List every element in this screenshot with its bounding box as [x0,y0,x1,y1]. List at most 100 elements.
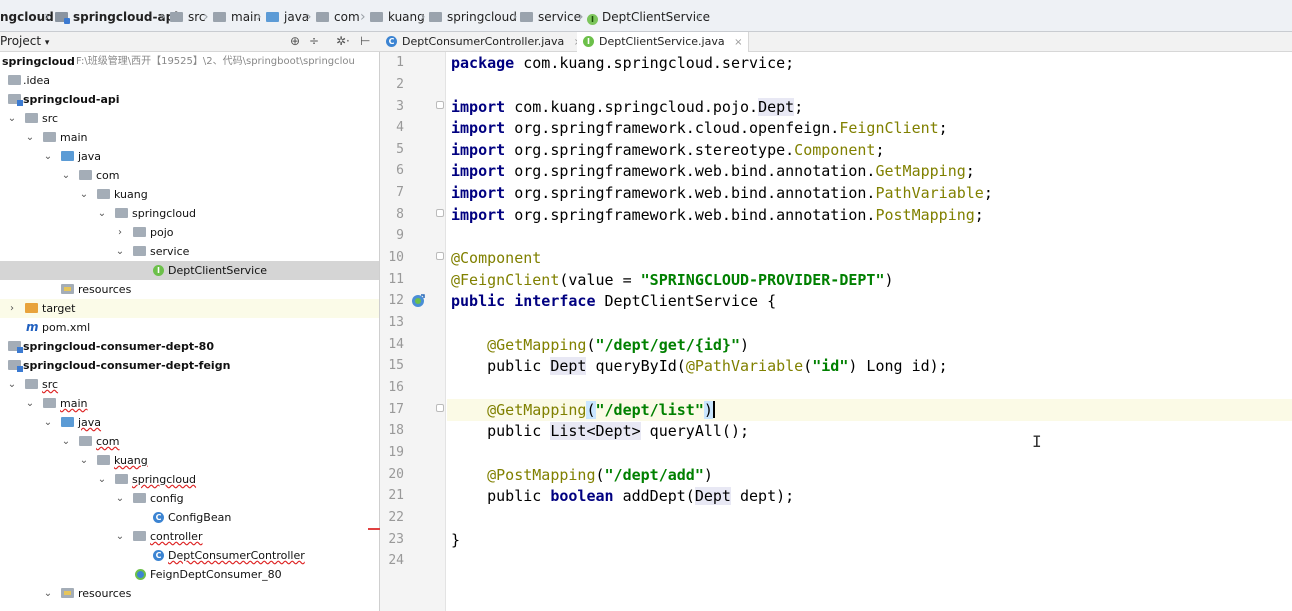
code-line: import com.kuang.springcloud.pojo.Dept; [447,96,1292,118]
line-number: 24 [388,553,404,568]
resources-folder-icon [61,588,74,598]
tree-item-kuang[interactable]: ⌄ kuang [0,185,379,204]
chevron-down-icon[interactable]: ⌄ [61,432,71,451]
code-text: ; [974,206,984,224]
tree-item-resources[interactable]: ⌄ resources [0,584,379,603]
tree-item-com[interactable]: ⌄ com [0,432,379,451]
class-ref: List<Dept> [550,422,641,440]
tab-deptconsumercontroller[interactable]: C DeptConsumerController.java × [380,32,590,52]
chevron-down-icon[interactable]: ⌄ [79,185,89,204]
chevron-down-icon[interactable]: ⌄ [43,584,53,603]
text-caret [712,401,715,418]
tree-item-main[interactable]: ⌄ main [0,128,379,147]
folder-icon [170,12,183,22]
code-text: ; [794,98,804,116]
gear-icon[interactable]: ✲· [336,34,350,48]
fold-marker[interactable] [436,252,444,260]
code-text: ( [586,401,596,419]
tree-item-java[interactable]: ⌄ java [0,413,379,432]
tree-item-src[interactable]: ⌄ src [0,375,379,394]
chevron-right-icon[interactable]: › [115,223,125,242]
tree-item-springcloud-api[interactable]: springcloud-api [0,90,379,109]
globe-icon[interactable]: ⊕ [290,34,300,48]
code-line: import org.springframework.web.bind.anno… [447,160,1292,182]
breadcrumb-separator: › [360,9,366,25]
chevron-down-icon[interactable]: ⌄ [115,489,125,508]
tree-item-kuang[interactable]: ⌄ kuang [0,451,379,470]
tree-item-configbean[interactable]: ConfigBean [0,508,379,527]
breadcrumb-src[interactable]: src [170,9,206,25]
breadcrumb-springcloud[interactable]: springcloud [429,9,517,25]
chevron-down-icon[interactable]: ⌄ [25,394,35,413]
chevron-down-icon[interactable]: ⌄ [7,109,17,128]
fold-marker[interactable] [436,209,444,217]
breadcrumb-file[interactable]: I DeptClientService [587,9,710,25]
class-ref: Dept [694,487,731,505]
module-folder-icon [8,360,23,372]
chevron-down-icon[interactable]: ⌄ [7,375,17,394]
project-view-selector[interactable]: Project ▾ [0,34,49,48]
tree-item-feigndeptconsumer[interactable]: FeignDeptConsumer_80 [0,565,379,584]
folder-icon [43,398,56,408]
code-editor[interactable]: package com.kuang.springcloud.service; i… [447,52,1292,611]
folder-icon [25,379,38,389]
chevron-down-icon[interactable]: ⌄ [25,128,35,147]
tree-item-java[interactable]: ⌄ java [0,147,379,166]
chevron-down-icon[interactable]: ⌄ [115,527,125,546]
chevron-down-icon[interactable]: ⌄ [43,147,53,166]
chevron-down-icon[interactable]: ⌄ [79,451,89,470]
tree-item-consumer-dept-80[interactable]: springcloud-consumer-dept-80 [0,337,379,356]
fold-marker[interactable] [436,101,444,109]
tree-item-service[interactable]: ⌄ service [0,242,379,261]
tree-item-idea[interactable]: .idea [0,71,379,90]
chevron-down-icon[interactable]: ⌄ [97,470,107,489]
keyword: import [451,206,506,224]
tree-item-com[interactable]: ⌄ com [0,166,379,185]
tab-deptclientservice[interactable]: I DeptClientService.java × [577,32,750,52]
tree-item-src[interactable]: ⌄ src [0,109,379,128]
breadcrumb-service[interactable]: service [520,9,581,25]
code-text: org.springframework.web.bind.annotation. [505,184,876,202]
chevron-down-icon[interactable]: ⌄ [61,166,71,185]
folder-icon [43,132,56,142]
code-text: org.springframework.web.bind.annotation. [505,162,876,180]
code-text: ; [983,184,993,202]
code-text: } [451,531,461,549]
chevron-down-icon[interactable]: ⌄ [97,204,107,223]
hide-icon[interactable]: ⊢ [360,34,370,48]
string-literal: "/dept/add" [604,466,704,484]
tree-item-main[interactable]: ⌄ main [0,394,379,413]
split-icon[interactable]: ÷ [309,34,319,48]
chevron-right-icon[interactable]: › [7,299,17,318]
tree-item-deptconsumercontroller[interactable]: DeptConsumerController [0,546,379,565]
string-literal: "id" [812,357,849,375]
tree-item-resources[interactable]: resources [0,280,379,299]
code-text: dept); [730,487,795,505]
close-icon[interactable]: × [734,37,742,48]
keyword: boolean [550,487,614,505]
tree-item-springcloud-root[interactable]: springcloud F:\班级管理\西开【19525】\2、代码\sprin… [0,52,379,71]
fold-marker[interactable] [436,404,444,412]
tree-item-controller[interactable]: ⌄ controller [0,527,379,546]
tree-item-springcloud[interactable]: ⌄ springcloud [0,204,379,223]
tree-item-consumer-dept-feign[interactable]: springcloud-consumer-dept-feign [0,356,379,375]
breadcrumb-kuang[interactable]: kuang [370,9,425,25]
breadcrumb-main[interactable]: main [213,9,261,25]
breadcrumb-com[interactable]: com [316,9,360,25]
code-line: public List<Dept> queryAll(); [447,420,1292,442]
folder-icon [25,113,38,123]
tree-item-config[interactable]: ⌄ config [0,489,379,508]
tree-item-springcloud[interactable]: ⌄ springcloud [0,470,379,489]
tree-item-target[interactable]: › target [0,299,379,318]
tree-item-pom[interactable]: m pom.xml [0,318,379,337]
tree-item-pojo[interactable]: › pojo [0,223,379,242]
implemented-by-icon[interactable] [410,293,426,309]
tree-item-deptclientservice[interactable]: DeptClientService [0,261,379,280]
interface-icon: I [583,36,594,47]
source-folder-icon [266,12,279,22]
chevron-down-icon[interactable]: ⌄ [43,413,53,432]
breadcrumb-java[interactable]: java [266,9,309,25]
code-text: org.springframework.stereotype. [505,141,795,159]
chevron-down-icon[interactable]: ⌄ [115,242,125,261]
